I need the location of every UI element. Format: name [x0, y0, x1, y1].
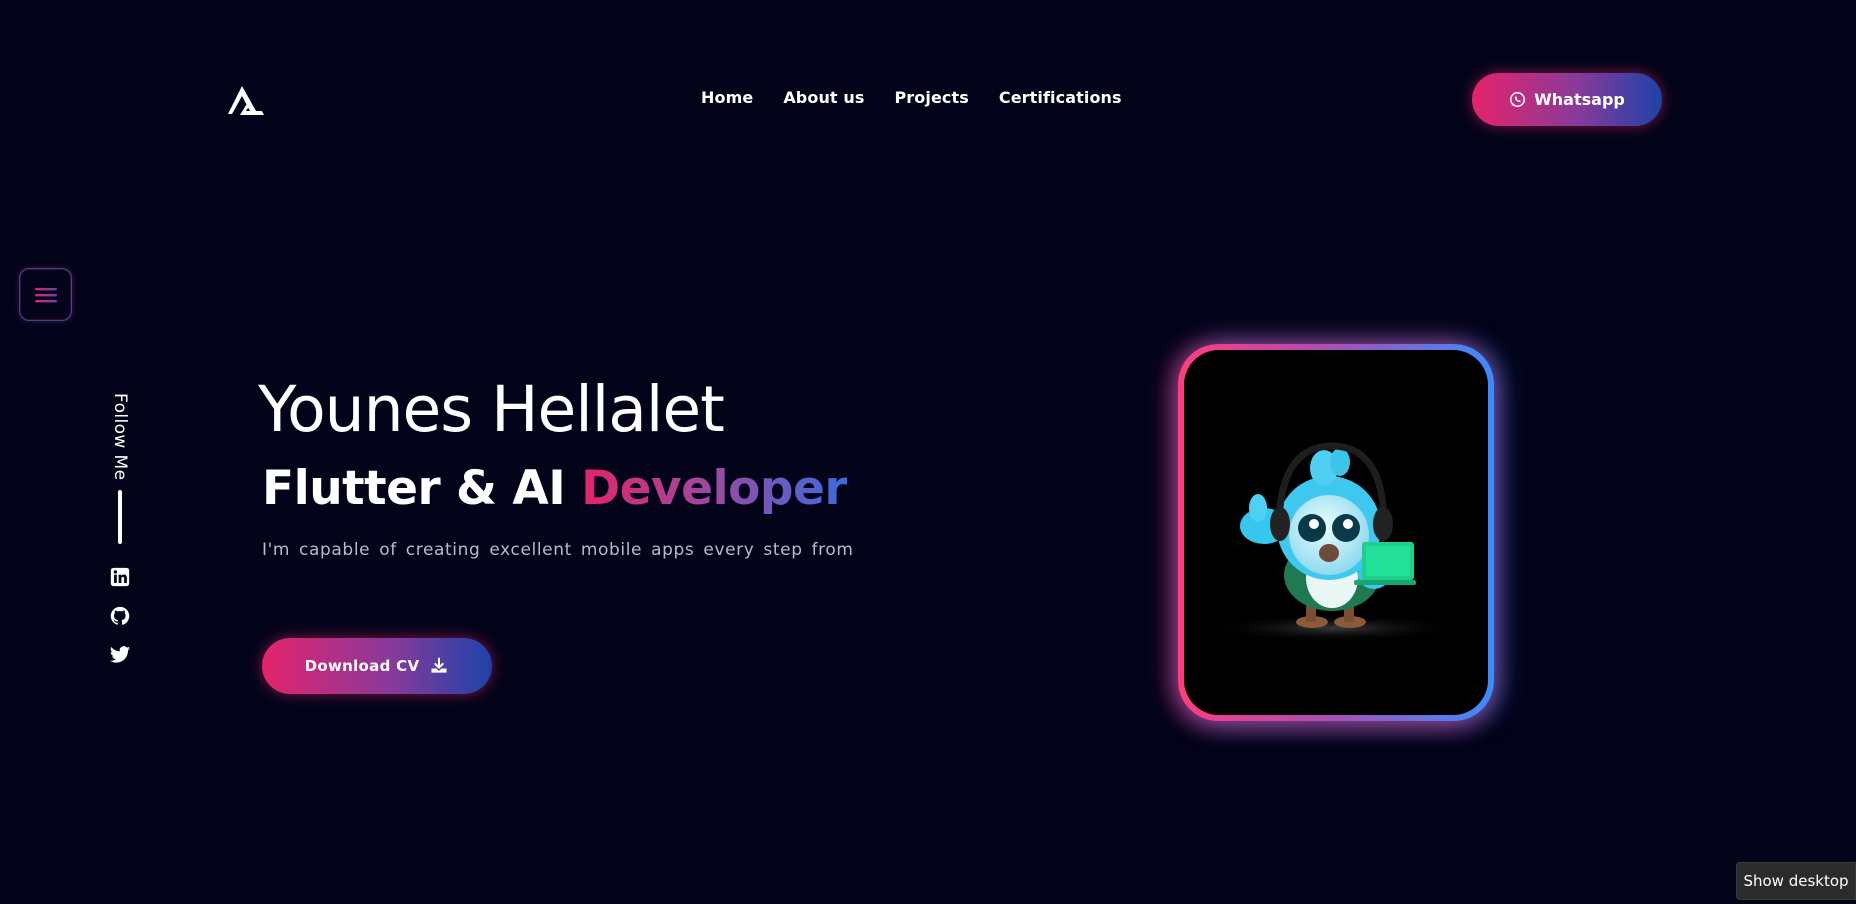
whatsapp-button[interactable]: Whatsapp — [1472, 73, 1662, 126]
follow-me-text: Follow Me — [110, 393, 130, 481]
follow-divider — [118, 490, 122, 544]
menu-button[interactable] — [19, 268, 72, 321]
nav-home[interactable]: Home — [701, 88, 753, 107]
twitter-icon[interactable] — [108, 643, 132, 667]
avatar-card — [1178, 344, 1494, 721]
portfolio-page: Home About us Projects Certifications Wh… — [0, 0, 1856, 904]
role-accent: Developer — [581, 461, 848, 516]
hero-name: Younes Hellalet — [258, 373, 725, 446]
nav-about-us[interactable]: About us — [783, 88, 864, 107]
follow-me-label: Follow Me — [108, 392, 132, 482]
nav-projects[interactable]: Projects — [894, 88, 968, 107]
download-icon — [431, 657, 447, 673]
show-desktop-tooltip: Show desktop — [1736, 862, 1856, 900]
nav-certifications[interactable]: Certifications — [999, 88, 1122, 107]
whatsapp-icon — [1510, 91, 1526, 108]
hamburger-icon — [34, 287, 57, 302]
download-cv-label: Download CV — [304, 657, 420, 675]
hero-role: Flutter & AI Developer — [262, 465, 848, 512]
github-icon[interactable] — [108, 604, 132, 628]
avatar-illustration — [1204, 442, 1464, 642]
main-nav: Home About us Projects Certifications — [701, 88, 1122, 107]
download-cv-button[interactable]: Download CV — [262, 638, 492, 694]
hero-description: I'm capable of creating excellent mobile… — [262, 540, 854, 560]
triangle-logo-icon[interactable] — [226, 84, 266, 118]
whatsapp-label: Whatsapp — [1534, 90, 1625, 109]
linkedin-icon[interactable] — [108, 565, 132, 589]
role-prefix: Flutter & AI — [262, 461, 582, 516]
avatar-frame — [1184, 350, 1488, 715]
